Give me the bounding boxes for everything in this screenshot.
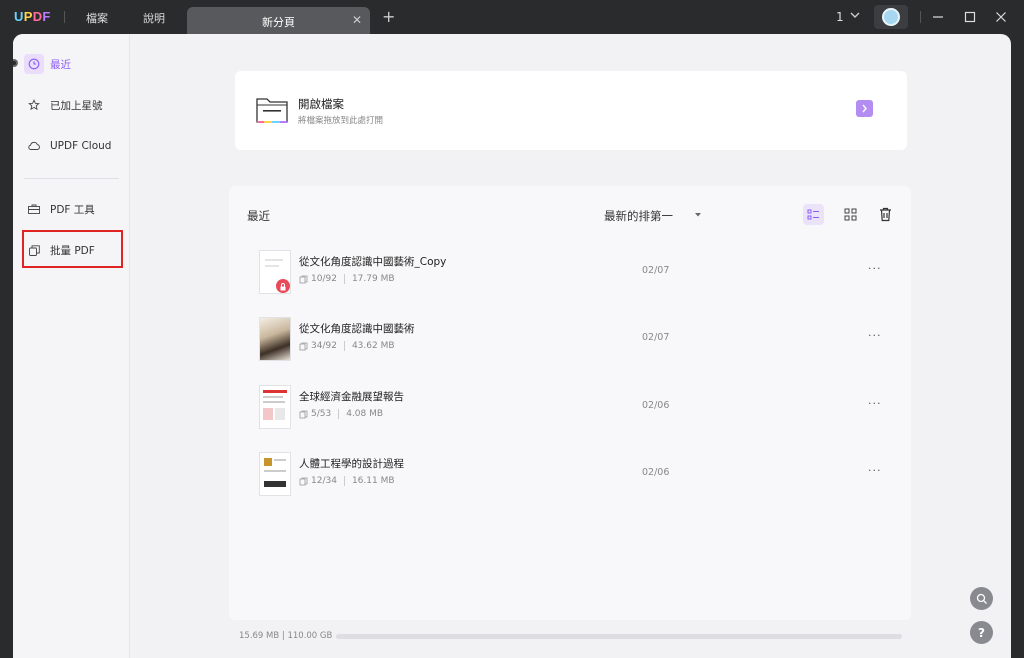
sidebar-item-label: 已加上星號 (50, 99, 103, 112)
file-thumbnail (259, 250, 291, 294)
account-button[interactable] (874, 5, 908, 29)
list-item[interactable]: 從文化角度認識中國藝術 34/92 43.62 MB 02/07 ··· (229, 317, 911, 377)
sidebar: 最近 已加上星號 UPDF Cloud PDF 工具 批量 PDF (13, 34, 130, 658)
caret-down-icon[interactable] (694, 212, 702, 218)
file-name: 人體工程學的設計過程 (299, 458, 404, 470)
file-size: 43.62 MB (351, 341, 395, 351)
file-thumbnail (259, 452, 291, 496)
file-date: 02/06 (642, 400, 670, 411)
sidebar-item-label: 最近 (50, 58, 71, 71)
sort-dropdown[interactable]: 最新的排第一 (604, 208, 673, 224)
file-name: 全球經濟金融展望報告 (299, 391, 404, 403)
list-view-icon[interactable] (803, 204, 824, 225)
star-icon (24, 95, 44, 115)
file-meta: 12/34 16.11 MB (299, 476, 395, 486)
lock-icon (276, 279, 290, 293)
grid-view-icon[interactable] (840, 204, 861, 225)
sidebar-item-label: UPDF Cloud (50, 140, 112, 152)
folder-icon (256, 98, 288, 123)
file-size: 16.11 MB (351, 476, 395, 486)
cloud-icon (24, 136, 44, 156)
chevron-down-icon[interactable] (848, 8, 862, 22)
file-meta: 10/92 17.79 MB (299, 274, 395, 284)
pages-icon (299, 477, 308, 485)
toolbox-icon (24, 199, 44, 219)
file-thumbnail (259, 317, 291, 361)
pages-icon (299, 410, 308, 418)
file-size: 17.79 MB (351, 274, 395, 284)
open-file-title: 開啟檔案 (298, 97, 344, 111)
sidebar-item-pdf-tools[interactable]: PDF 工具 (24, 197, 124, 221)
maximize-icon[interactable] (962, 9, 978, 25)
tab-close-icon[interactable]: ✕ (352, 13, 362, 27)
main-window: 最近 已加上星號 UPDF Cloud PDF 工具 批量 PDF 開啟檔案 將… (13, 34, 1011, 658)
file-size: 4.08 MB (346, 409, 384, 419)
trash-icon[interactable] (875, 204, 896, 225)
highlight-box (22, 230, 123, 268)
file-pages: 12/34 (311, 476, 337, 486)
more-options-icon[interactable]: ··· (868, 397, 882, 410)
file-name: 從文化角度認識中國藝術_Copy (299, 256, 447, 268)
file-name: 從文化角度認識中國藝術 (299, 323, 415, 335)
menu-file[interactable]: 檔案 (86, 10, 108, 26)
more-options-icon[interactable]: ··· (868, 464, 882, 477)
close-icon[interactable] (993, 9, 1009, 25)
window-count[interactable]: 1 (836, 10, 844, 24)
sidebar-item-starred[interactable]: 已加上星號 (24, 93, 124, 117)
sidebar-item-recent[interactable]: 最近 (24, 52, 124, 76)
file-meta: 5/53 4.08 MB (299, 409, 383, 419)
tab-new[interactable]: 新分頁 ✕ (187, 7, 370, 34)
title-divider (920, 11, 921, 23)
open-file-subtitle: 將檔案拖放到此處打開 (298, 116, 384, 126)
storage-bar (336, 634, 902, 639)
avatar (882, 8, 900, 26)
list-item[interactable]: 從文化角度認識中國藝術_Copy 10/92 17.79 MB 02/07 ··· (229, 250, 911, 310)
sidebar-item-cloud[interactable]: UPDF Cloud (24, 134, 124, 158)
title-divider (64, 11, 65, 23)
file-date: 02/07 (642, 332, 670, 343)
pages-icon (299, 342, 308, 350)
file-pages: 34/92 (311, 341, 337, 351)
storage-text: 15.69 MB | 110.00 GB (239, 631, 333, 641)
search-button[interactable] (970, 587, 993, 610)
clock-icon (24, 54, 44, 74)
list-item[interactable]: 全球經濟金融展望報告 5/53 4.08 MB 02/06 ··· (229, 385, 911, 445)
new-tab-button[interactable]: + (382, 7, 395, 26)
more-options-icon[interactable]: ··· (868, 262, 882, 275)
search-icon (976, 593, 987, 604)
open-file-card[interactable]: 開啟檔案 將檔案拖放到此處打開 (235, 71, 907, 150)
file-date: 02/06 (642, 467, 670, 478)
more-options-icon[interactable]: ··· (868, 329, 882, 342)
file-pages: 10/92 (311, 274, 337, 284)
tab-label: 新分頁 (262, 16, 295, 29)
file-thumbnail (259, 385, 291, 429)
file-date: 02/07 (642, 265, 670, 276)
pages-icon (299, 275, 308, 283)
help-button[interactable]: ? (970, 621, 993, 644)
title-bar: UPDF 檔案 說明 新分頁 ✕ + 1 (0, 0, 1024, 34)
recent-panel: 最近 最新的排第一 從文化角度認識中國藝術_Copy 10/92 17.79 MB… (229, 186, 911, 620)
sidebar-divider (24, 178, 119, 179)
list-item[interactable]: 人體工程學的設計過程 12/34 16.11 MB 02/06 ··· (229, 452, 911, 512)
file-meta: 34/92 43.62 MB (299, 341, 395, 351)
sidebar-item-label: PDF 工具 (50, 203, 95, 216)
updf-logo[interactable]: UPDF (14, 9, 51, 24)
minimize-icon[interactable] (930, 9, 946, 25)
chevron-right-icon[interactable] (856, 100, 873, 117)
file-pages: 5/53 (311, 409, 332, 419)
recent-title: 最近 (247, 209, 270, 223)
menu-help[interactable]: 說明 (143, 10, 165, 26)
